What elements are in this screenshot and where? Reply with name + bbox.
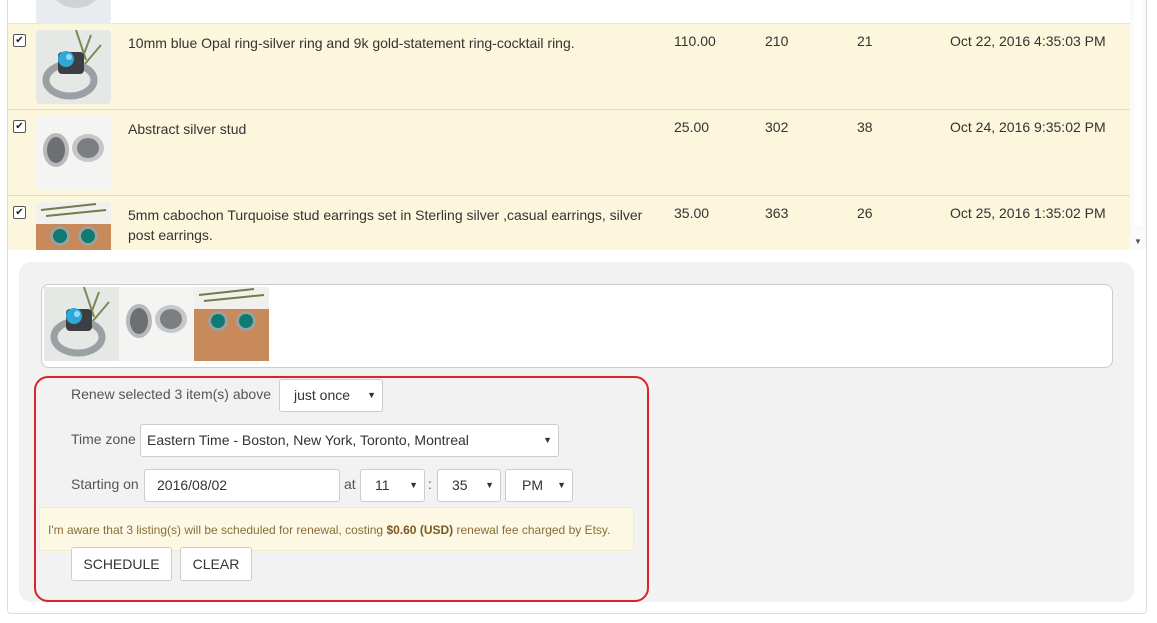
ring-image[interactable] (36, 0, 111, 24)
vertical-scrollbar[interactable]: ▼ (1130, 0, 1146, 250)
annotation-highlight-box (34, 376, 649, 602)
listing-table: ✔ 10mm blue Opal ring-silver ring and 9k… (8, 0, 1146, 250)
listing-favorites: 26 (857, 205, 873, 221)
table-row[interactable]: ✔ 5mm cabochon Turquoise stud earrings s… (8, 196, 1130, 250)
listing-favorites: 38 (857, 119, 873, 135)
listing-favorites: 21 (857, 33, 873, 49)
listing-date: Oct 22, 2016 4:35:03 PM (950, 33, 1106, 49)
listing-price: 25.00 (674, 119, 710, 135)
scroll-down-arrow-icon[interactable]: ▼ (1130, 236, 1146, 248)
selected-items-strip (41, 284, 1113, 368)
listing-title: Abstract silver stud (128, 121, 247, 137)
scrollbar-thumb[interactable] (1134, 0, 1142, 226)
silver-stud-image[interactable] (36, 116, 111, 190)
listing-date: Oct 25, 2016 1:35:02 PM (950, 205, 1106, 221)
turquoise-stud-image[interactable] (36, 202, 111, 250)
table-row[interactable] (8, 0, 1130, 24)
row-checkbox[interactable]: ✔ (13, 120, 26, 133)
selected-opal-ring-image[interactable] (44, 287, 119, 361)
listing-price: 35.00 (674, 205, 710, 221)
listing-views: 363 (765, 205, 789, 221)
selected-silver-stud-image[interactable] (119, 287, 194, 361)
listing-title: 10mm blue Opal ring-silver ring and 9k g… (128, 35, 575, 51)
listing-rows: ✔ 10mm blue Opal ring-silver ring and 9k… (8, 0, 1130, 250)
listing-date: Oct 24, 2016 9:35:02 PM (950, 119, 1106, 135)
listing-views: 302 (765, 119, 789, 135)
opal-ring-image[interactable] (36, 30, 111, 104)
listing-title: 5mm cabochon Turquoise stud earrings set… (128, 207, 643, 243)
listing-views: 210 (765, 33, 789, 49)
row-checkbox[interactable]: ✔ (13, 34, 26, 47)
row-checkbox[interactable]: ✔ (13, 206, 26, 219)
table-row[interactable]: ✔ 10mm blue Opal ring-silver ring and 9k… (8, 24, 1130, 110)
listing-price: 110.00 (674, 33, 716, 49)
table-row[interactable]: ✔ Abstract silver stud 25.00 302 38 Oct … (8, 110, 1130, 196)
selected-turquoise-stud-image[interactable] (194, 287, 269, 361)
